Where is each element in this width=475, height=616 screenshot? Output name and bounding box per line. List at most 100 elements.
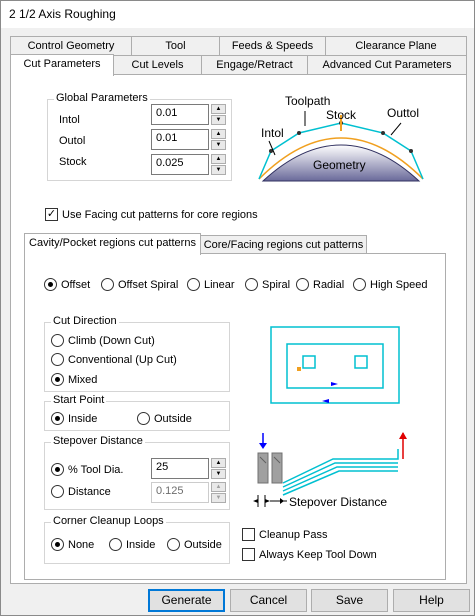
intol-spinner[interactable]: 0.01 ▲ ▼ <box>151 104 226 125</box>
radio-label: % Tool Dia. <box>68 463 124 476</box>
cut-direction-title: Cut Direction <box>51 315 119 327</box>
radio-label: Mixed <box>68 373 98 386</box>
corner-none-radio[interactable]: None <box>51 538 94 551</box>
radio-dot-icon[interactable] <box>296 278 309 291</box>
pattern-radial-radio[interactable]: Radial <box>296 278 344 291</box>
radio-dot-icon[interactable] <box>137 412 150 425</box>
up-arrow-icon[interactable]: ▲ <box>211 482 226 492</box>
tool-dia-spinner[interactable]: 25 ▲ ▼ <box>151 458 226 479</box>
use-facing-checkbox[interactable]: ✓ Use Facing cut patterns for core regio… <box>45 208 258 221</box>
tab-clearance-plane[interactable]: Clearance Plane <box>325 36 467 56</box>
radio-label: Distance <box>68 485 111 498</box>
up-arrow-icon[interactable]: ▲ <box>211 104 226 114</box>
intol-diagram-label: Intol <box>261 126 284 140</box>
global-parameters-title: Global Parameters <box>54 92 150 104</box>
cancel-button[interactable]: Cancel <box>230 589 307 612</box>
radio-label: Offset Spiral <box>118 278 179 291</box>
checkbox-icon[interactable] <box>242 528 255 541</box>
down-arrow-icon[interactable]: ▼ <box>211 140 226 150</box>
up-arrow-icon[interactable]: ▲ <box>211 458 226 468</box>
radio-label: Conventional (Up Cut) <box>68 353 177 366</box>
pattern-high-speed-radio[interactable]: High Speed <box>353 278 428 291</box>
radio-dot-icon[interactable] <box>109 538 122 551</box>
help-button[interactable]: Help <box>393 589 470 612</box>
radio-dot-icon[interactable] <box>51 485 64 498</box>
subtab-core-facing[interactable]: Core/Facing regions cut patterns <box>200 235 367 255</box>
distance-spinner[interactable]: 0.125 ▲ ▼ <box>151 482 226 503</box>
radio-label: None <box>68 538 95 551</box>
start-outside-radio[interactable]: Outside <box>137 412 192 425</box>
corner-cleanup-title: Corner Cleanup Loops <box>51 515 166 527</box>
mixed-radio[interactable]: Mixed <box>51 373 97 386</box>
pattern-offset-radio[interactable]: Offset <box>44 278 90 291</box>
keep-tool-down-checkbox[interactable]: Always Keep Tool Down <box>242 548 377 561</box>
window-title: 2 1/2 Axis Roughing <box>1 1 474 28</box>
cleanup-pass-checkbox[interactable]: Cleanup Pass <box>242 528 328 541</box>
stock-input[interactable]: 0.025 <box>151 154 209 175</box>
geometry-label: Geometry <box>313 158 366 172</box>
radio-dot-icon[interactable] <box>245 278 258 291</box>
stock-spinner[interactable]: 0.025 ▲ ▼ <box>151 154 226 175</box>
distance-input[interactable]: 0.125 <box>151 482 209 503</box>
down-arrow-icon[interactable]: ▼ <box>211 165 226 175</box>
cleanup-pass-label: Cleanup Pass <box>259 528 328 541</box>
tab-advanced-cut-parameters[interactable]: Advanced Cut Parameters <box>307 55 467 75</box>
radio-label: Linear <box>204 278 235 291</box>
radio-dot-icon[interactable] <box>187 278 200 291</box>
tab-feeds-speeds[interactable]: Feeds & Speeds <box>219 36 326 56</box>
start-point-title: Start Point <box>51 394 107 406</box>
start-inside-radio[interactable]: Inside <box>51 412 97 425</box>
radio-dot-icon[interactable] <box>51 373 64 386</box>
up-arrow-icon[interactable]: ▲ <box>211 129 226 139</box>
down-arrow-icon[interactable]: ▼ <box>211 493 226 503</box>
tab-engage-retract[interactable]: Engage/Retract <box>201 55 308 75</box>
up-arrow-icon[interactable]: ▲ <box>211 154 226 164</box>
radio-dot-icon[interactable] <box>44 278 57 291</box>
radio-dot-icon[interactable] <box>51 538 64 551</box>
tab-cut-parameters[interactable]: Cut Parameters <box>10 54 114 76</box>
stepover-diagram-label: Stepover Distance <box>289 495 387 509</box>
radio-dot-icon[interactable] <box>51 334 64 347</box>
pattern-offset-spiral-radio[interactable]: Offset Spiral <box>101 278 178 291</box>
conventional-radio[interactable]: Conventional (Up Cut) <box>51 353 177 366</box>
check-icon[interactable]: ✓ <box>45 208 58 221</box>
outtol-label: Outtol <box>387 106 419 120</box>
climb-radio[interactable]: Climb (Down Cut) <box>51 334 155 347</box>
stock-diagram-label: Stock <box>326 108 357 122</box>
outol-spinner[interactable]: 0.01 ▲ ▼ <box>151 129 226 150</box>
radio-dot-icon[interactable] <box>51 463 64 476</box>
radio-dot-icon[interactable] <box>101 278 114 291</box>
generate-button[interactable]: Generate <box>148 589 225 612</box>
toolpath-label: Toolpath <box>285 94 330 108</box>
radio-dot-icon[interactable] <box>167 538 180 551</box>
radio-dot-icon[interactable] <box>51 412 64 425</box>
dialog-window: 2 1/2 Axis Roughing Control Geometry Too… <box>0 0 475 616</box>
subtab-cavity-pocket[interactable]: Cavity/Pocket regions cut patterns <box>24 233 201 255</box>
radio-label: Outside <box>184 538 222 551</box>
radio-label: Climb (Down Cut) <box>68 334 155 347</box>
tab-tool[interactable]: Tool <box>131 36 220 56</box>
corner-inside-radio[interactable]: Inside <box>109 538 155 551</box>
pattern-spiral-radio[interactable]: Spiral <box>245 278 290 291</box>
offset-pattern-diagram <box>270 326 400 404</box>
outol-label: Outol <box>59 135 86 147</box>
corner-outside-radio[interactable]: Outside <box>167 538 222 551</box>
save-button[interactable]: Save <box>311 589 388 612</box>
tab-control-geometry[interactable]: Control Geometry <box>10 36 132 56</box>
pattern-linear-radio[interactable]: Linear <box>187 278 235 291</box>
checkbox-icon[interactable] <box>242 548 255 561</box>
distance-radio[interactable]: Distance <box>51 485 111 498</box>
down-arrow-icon[interactable]: ▼ <box>211 115 226 125</box>
radio-label: Inside <box>68 412 98 425</box>
down-arrow-icon[interactable]: ▼ <box>211 469 226 479</box>
intol-label: Intol <box>59 114 80 126</box>
tool-dia-radio[interactable]: % Tool Dia. <box>51 463 123 476</box>
tab-cut-levels[interactable]: Cut Levels <box>113 55 202 75</box>
radio-dot-icon[interactable] <box>353 278 366 291</box>
tool-dia-input[interactable]: 25 <box>151 458 209 479</box>
stepover-diagram: Stepover Distance <box>253 432 407 509</box>
intol-input[interactable]: 0.01 <box>151 104 209 125</box>
outol-input[interactable]: 0.01 <box>151 129 209 150</box>
radio-dot-icon[interactable] <box>51 353 64 366</box>
radio-label: Radial <box>313 278 345 291</box>
